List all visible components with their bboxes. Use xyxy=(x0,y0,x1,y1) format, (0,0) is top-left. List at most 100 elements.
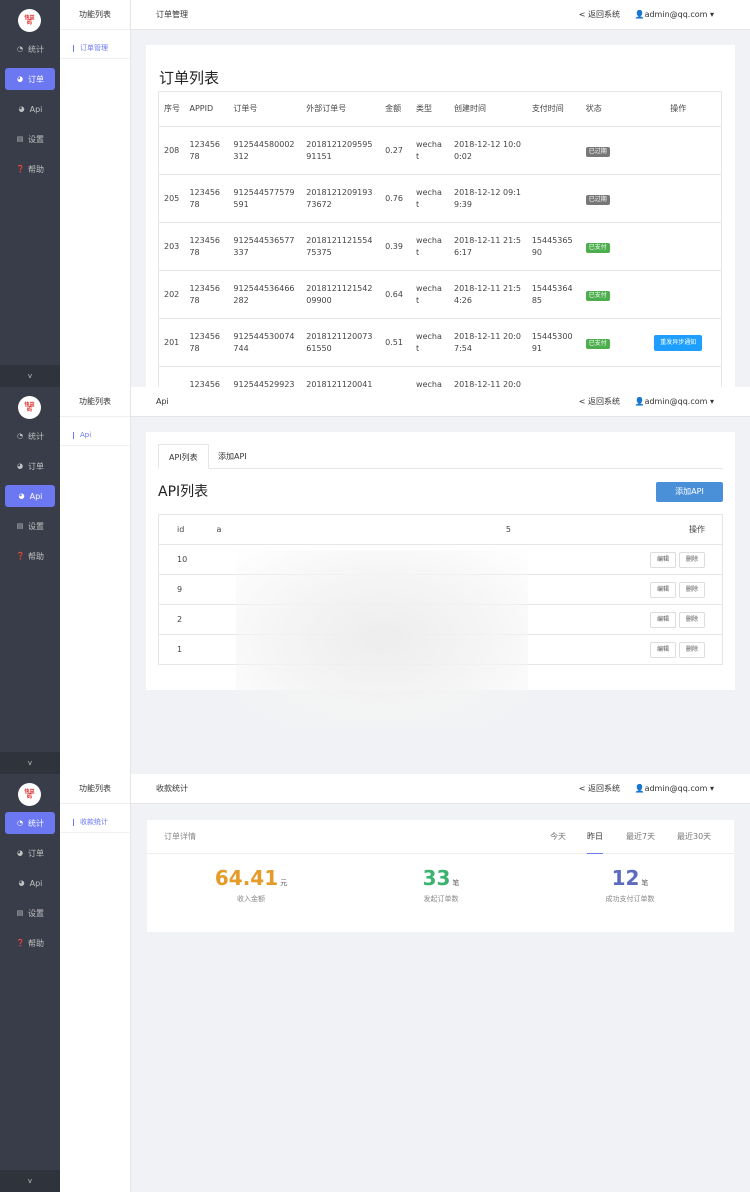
sidebar-item-label: 订单 xyxy=(28,461,44,471)
cell-type: wechat xyxy=(411,270,449,319)
col-header-ext-order-no: 外部订单号 xyxy=(301,91,381,127)
sidebar-collapse-button[interactable]: v xyxy=(0,752,60,774)
back-to-system-link[interactable]: < 返回系统 xyxy=(579,387,620,417)
redaction-blur xyxy=(236,550,528,727)
sidebar-item-settings[interactable]: ▤ 设置 xyxy=(5,902,55,924)
cell-ext-order-no: 201812112155475375 xyxy=(301,222,381,271)
sidebar-item-api[interactable]: ◕ Api xyxy=(5,485,55,507)
sidebar-item-orders[interactable]: ◕ 订单 xyxy=(5,68,55,90)
col-header-amount: 金额 xyxy=(380,91,412,127)
cell-amount: 0.51 xyxy=(380,318,412,367)
user-menu[interactable]: 👤admin@qq.com ▾ xyxy=(635,774,714,804)
subnav-item-order-management[interactable]: 订单管理 xyxy=(60,37,130,59)
range-tab-yesterday[interactable]: 昨日 xyxy=(587,820,603,854)
sidebar-item-orders[interactable]: ◕ 订单 xyxy=(5,842,55,864)
sidebar-item-orders[interactable]: ◕ 订单 xyxy=(5,455,55,477)
edit-button[interactable]: 编辑 xyxy=(649,611,676,628)
cell-amount: 0.76 xyxy=(380,174,412,223)
cell-paid: 1544536590 xyxy=(526,222,581,271)
page-title: 订单管理 xyxy=(156,10,188,19)
cell-type: wechat xyxy=(411,126,449,175)
cell-status: 已过期 xyxy=(580,174,635,223)
sidebar-item-label: 统计 xyxy=(28,818,44,828)
subnav-item-label: Api xyxy=(80,431,92,439)
cell-amount: 30 xyxy=(380,366,412,387)
sidebar-item-stats[interactable]: ◔ 统计 xyxy=(5,812,55,834)
sidebar-item-help[interactable]: ❓ 帮助 xyxy=(5,158,55,180)
cell-type: wechat xyxy=(411,222,449,271)
cell-paid: 1544530091 xyxy=(526,318,581,367)
chevron-down-icon: v xyxy=(27,372,33,380)
edit-button[interactable]: 编辑 xyxy=(649,581,676,598)
stat-value: 64.41 xyxy=(214,866,279,890)
sidebar-item-settings[interactable]: ▤ 设置 xyxy=(5,128,55,150)
logo: 快益码 xyxy=(18,396,41,419)
sidebar-item-api[interactable]: ◕ Api xyxy=(5,98,55,120)
top-bar: 收款统计 < 返回系统 👤admin@qq.com ▾ xyxy=(131,774,750,804)
sidebar-item-api[interactable]: ◕ Api xyxy=(5,872,55,894)
add-api-button[interactable]: 添加API xyxy=(656,482,723,502)
range-tab-today[interactable]: 今天 xyxy=(550,820,566,854)
api-heading: API列表 xyxy=(158,484,209,500)
user-menu[interactable]: 👤admin@qq.com ▾ xyxy=(635,387,714,417)
cell-paid xyxy=(526,126,581,175)
cell-action xyxy=(634,174,722,223)
back-to-system-link[interactable]: < 返回系统 xyxy=(579,0,620,30)
stat-value: 12 xyxy=(611,866,640,890)
active-indicator xyxy=(73,431,74,439)
sidebar-nav: ◔ 统计 ◕ 订单 ◕ Api ▤ 设置 ❓ 帮助 xyxy=(0,425,60,575)
range-tab-30days[interactable]: 最近30天 xyxy=(677,820,711,854)
cell-order-no: 912544536577337 xyxy=(228,222,302,271)
sidebar-collapse-button[interactable]: v xyxy=(0,365,60,387)
subnav-item-payment-stats[interactable]: 收款统计 xyxy=(60,811,130,833)
cell-seq: 205 xyxy=(158,174,185,223)
tab-add-api[interactable]: 添加API xyxy=(208,444,257,469)
cell-action: 编辑 删除 xyxy=(563,634,723,665)
sidebar-item-stats[interactable]: ◔ 统计 xyxy=(5,425,55,447)
stat-orders-paid: 12 笔 成功支付订单数 xyxy=(532,866,728,904)
settings-icon: ▤ xyxy=(16,135,24,143)
cell-amount: 0.64 xyxy=(380,270,412,319)
caret-down-icon: ▾ xyxy=(709,784,714,793)
status-badge: 已过期 xyxy=(585,146,610,157)
sidebar-item-label: 帮助 xyxy=(28,938,44,948)
edit-button[interactable]: 编辑 xyxy=(649,551,676,568)
range-tab-7days[interactable]: 最近7天 xyxy=(626,820,655,854)
caret-down-icon: ▾ xyxy=(709,10,714,19)
subnav-item-api[interactable]: Api xyxy=(60,424,130,446)
tab-api-list[interactable]: API列表 xyxy=(158,444,209,469)
sidebar-item-label: 设置 xyxy=(28,134,44,144)
delete-button[interactable]: 删除 xyxy=(678,641,705,658)
sidebar-item-help[interactable]: ❓ 帮助 xyxy=(5,545,55,567)
chart-icon: ◔ xyxy=(16,819,24,827)
edit-button[interactable]: 编辑 xyxy=(649,641,676,658)
delete-button[interactable]: 删除 xyxy=(678,581,705,598)
sidebar-nav: ◔ 统计 ◕ 订单 ◕ Api ▤ 设置 ❓ 帮助 xyxy=(0,38,60,188)
back-to-system-link[interactable]: < 返回系统 xyxy=(579,774,620,804)
delete-button[interactable]: 删除 xyxy=(678,551,705,568)
sidebar-item-help[interactable]: ❓ 帮助 xyxy=(5,932,55,954)
cell-status: 已支付 xyxy=(580,318,635,367)
col-header-order-no: 订单号 xyxy=(228,91,302,127)
status-badge: 已支付 xyxy=(585,290,610,301)
cell-paid xyxy=(526,366,581,387)
help-icon: ❓ xyxy=(16,939,25,947)
resend-notify-button[interactable]: 重发异步通知 xyxy=(654,334,703,351)
cell-ext-order-no: 201812112154209900 xyxy=(301,270,381,319)
cell-id: 2 xyxy=(158,604,215,635)
stat-orders-initiated: 33 笔 发起订单数 xyxy=(343,866,539,904)
cell-seq: 201 xyxy=(158,318,185,367)
sidebar-item-label: Api xyxy=(29,104,43,114)
sidebar-item-settings[interactable]: ▤ 设置 xyxy=(5,515,55,537)
user-icon: 👤 xyxy=(634,784,645,793)
delete-button[interactable]: 删除 xyxy=(678,611,705,628)
cell-order-no: 912544529923263 xyxy=(228,366,302,387)
table-row: 2012345678912544529923263201812112004144… xyxy=(158,366,722,387)
sidebar-item-stats[interactable]: ◔ 统计 xyxy=(5,38,55,60)
user-menu[interactable]: 👤admin@qq.com ▾ xyxy=(635,0,714,30)
cell-created: 2018-12-11 21:54:26 xyxy=(448,270,527,319)
sidebar-collapse-button[interactable]: v xyxy=(0,1170,60,1192)
page-title: 收款统计 xyxy=(156,784,188,793)
table-row: 201 12345678 912544530074744 20181211200736… xyxy=(158,318,722,367)
cell-action xyxy=(634,366,722,387)
